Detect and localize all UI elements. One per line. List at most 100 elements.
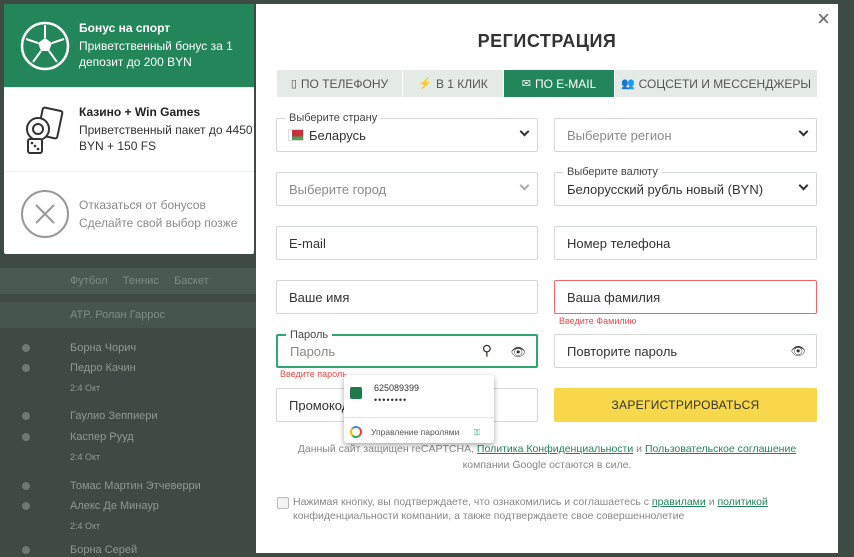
country-label: Выберите страну <box>285 112 382 124</box>
tab-phone[interactable]: ▯ ПО ТЕЛЕФОНУ <box>277 70 403 97</box>
manage-passwords-item[interactable]: Управление паролями <box>350 426 459 438</box>
bonus-title: Отказаться от бонусов <box>79 197 206 212</box>
eye-off-icon[interactable]: 👁 <box>511 345 526 359</box>
email-placeholder: E-mail <box>289 235 326 251</box>
eye-off-icon[interactable]: 👁 <box>791 344 806 358</box>
phone-placeholder: Номер телефона <box>567 235 671 251</box>
password-repeat-field[interactable]: Повторите пароль 👁 <box>554 334 817 368</box>
registration-modal: × РЕГИСТРАЦИЯ ▯ ПО ТЕЛЕФОНУ ⚡ В 1 КЛИК ✉ ПО… <box>256 4 838 553</box>
region-select[interactable]: Выберите регион <box>554 118 817 152</box>
phone-icon: ▯ <box>290 78 297 90</box>
bg-player: Томас Мартин Этчеверри <box>0 476 260 496</box>
tab-label: ПО ТЕЛЕФОНУ <box>300 76 389 91</box>
privacy-policy-link[interactable]: Политика Конфиденциальности <box>477 443 633 455</box>
city-select[interactable]: Выберите город <box>276 172 538 206</box>
phone-field[interactable]: Номер телефона <box>554 226 817 260</box>
key-icon: ⚿ <box>474 428 481 437</box>
chevron-down-icon <box>798 126 809 137</box>
tab-label: В 1 КЛИК <box>435 76 488 91</box>
password-label: Пароль <box>286 329 333 341</box>
google-icon <box>350 426 362 438</box>
bonus-description: Сделайте свой выбор позже <box>79 215 238 230</box>
bonus-option-casino[interactable]: Казино + Win Games Приветственный пакет … <box>4 88 254 172</box>
password-error: Введите пароль <box>280 369 347 379</box>
recaptcha-text: Данный сайт защищен reCAPTCHA, <box>297 443 474 455</box>
promo-placeholder: Промокод <box>289 397 350 413</box>
lightning-icon: ⚡ <box>418 78 432 90</box>
bg-player: Борна Чорич <box>0 338 260 358</box>
key-site-icon <box>350 387 362 399</box>
bg-player: Педро Качин <box>0 358 260 378</box>
bg-player: Борна Серей <box>0 540 260 557</box>
key-icon[interactable]: ⚲ <box>482 342 492 359</box>
last-name-field[interactable]: Ваша фамилия <box>554 280 817 314</box>
register-button[interactable]: ЗАРЕГИСТРИРОВАТЬСЯ <box>554 388 817 422</box>
bg-player: Каспер Рууд <box>0 427 260 447</box>
saved-account-item[interactable]: 625089399 •••••••• <box>350 383 419 405</box>
user-agreement-link[interactable]: Пользовательское соглашение <box>645 443 796 455</box>
bg-league: ATP. Ролан Гаррос <box>0 302 260 328</box>
country-select[interactable]: Выберите страну Беларусь <box>276 112 538 152</box>
bonus-option-decline[interactable]: Отказаться от бонусов Сделайте свой выбо… <box>4 172 254 254</box>
users-icon: 👥 <box>620 78 635 90</box>
bg-sport-football: Футбол <box>70 275 108 287</box>
currency-select[interactable]: Выберите валюту Белорусский рубль новый … <box>554 166 817 206</box>
terms-agreement: Нажимая кнопку, вы подтверждаете, что оз… <box>277 495 817 523</box>
tab-email[interactable]: ✉ ПО E-MAIL <box>504 70 615 97</box>
belarus-flag-icon <box>288 129 304 141</box>
envelope-icon: ✉ <box>521 78 531 90</box>
agree-text: конфиденциальности компании, а также под… <box>293 510 685 522</box>
chevron-down-icon <box>798 180 809 191</box>
decline-x-icon <box>20 189 70 239</box>
close-icon[interactable]: × <box>817 8 830 30</box>
manage-passwords-label: Управление паролями <box>371 427 460 437</box>
first-name-placeholder: Ваше имя <box>289 289 350 305</box>
last-name-placeholder: Ваша фамилия <box>567 289 661 305</box>
rules-link[interactable]: правилами <box>652 496 706 508</box>
registration-tabs: ▯ ПО ТЕЛЕФОНУ ⚡ В 1 КЛИК ✉ ПО E-MAIL 👥 СОЦСЕ… <box>277 70 817 97</box>
bg-player: Алекс Де Минаур <box>0 496 260 516</box>
password-field[interactable]: Пароль Пароль ⚲ 👁 <box>276 329 538 368</box>
tab-social[interactable]: 👥 СОЦСЕТИ И МЕССЕНДЖЕРЫ <box>615 70 817 97</box>
agree-checkbox[interactable] <box>277 497 289 509</box>
bonus-option-sport[interactable]: Бонус на спорт Приветственный бонус за 1… <box>4 4 254 88</box>
saved-account-login: 625089399 <box>374 383 420 393</box>
chevron-down-icon <box>519 180 530 191</box>
tab-label: ПО E-MAIL <box>534 76 597 91</box>
currency-label: Выберите валюту <box>563 166 662 178</box>
password-autofill-popup: 625089399 •••••••• Управление паролями ⚿ <box>344 375 494 443</box>
soccer-ball-icon <box>20 21 70 71</box>
conjunction-text: и <box>636 443 643 455</box>
bg-player: Гаулио Зеппиери <box>0 406 260 426</box>
bonus-selector: Бонус на спорт Приветственный бонус за 1… <box>4 4 254 254</box>
bg-time: 2:4 Окт <box>70 521 101 531</box>
policy-link[interactable]: политикой <box>717 496 767 508</box>
casino-cards-dice-icon <box>20 105 70 155</box>
tab-one-click[interactable]: ⚡ В 1 КЛИК <box>403 70 504 97</box>
bg-sport-tennis: Теннис <box>122 275 159 287</box>
saved-account-password: •••••••• <box>374 395 408 405</box>
password-repeat-placeholder: Повторите пароль <box>567 343 678 359</box>
first-name-field[interactable]: Ваше имя <box>276 280 538 314</box>
tab-label: СОЦСЕТИ И МЕССЕНДЖЕРЫ <box>638 76 812 91</box>
bonus-title: Бонус на спорт <box>79 21 171 35</box>
currency-value: Белорусский рубль новый (BYN) <box>567 181 764 197</box>
recaptcha-text: компании Google остаются в силе. <box>462 459 632 471</box>
chevron-down-icon <box>519 126 530 137</box>
recaptcha-notice: Данный сайт защищен reCAPTCHA, Политика … <box>277 441 817 473</box>
city-placeholder: Выберите город <box>289 181 387 197</box>
last-name-error: Введите Фамилию <box>559 316 637 326</box>
divider <box>344 417 494 418</box>
modal-title: РЕГИСТРАЦИЯ <box>477 31 617 51</box>
bg-time: 2:4 Окт <box>70 452 101 462</box>
region-placeholder: Выберите регион <box>567 127 672 143</box>
password-placeholder: Пароль <box>290 343 336 359</box>
sport-filter-bar: Футбол Теннис Баскет <box>0 268 260 294</box>
bg-sport-basket: Баскет <box>174 275 209 287</box>
bonus-title: Казино + Win Games <box>79 105 201 119</box>
bg-time: 2:4 Окт <box>70 383 101 393</box>
bonus-description: Приветственный бонус за 1 депозит до 200… <box>79 39 233 69</box>
email-field[interactable]: E-mail <box>276 226 538 260</box>
country-value: Беларусь <box>309 127 366 143</box>
conjunction-text: и <box>708 496 715 508</box>
